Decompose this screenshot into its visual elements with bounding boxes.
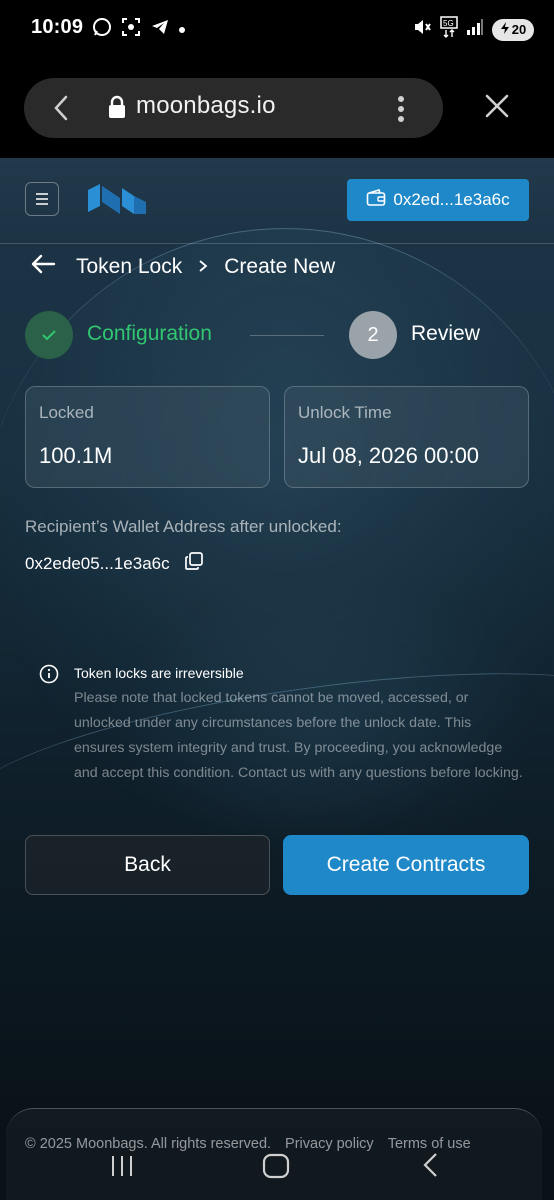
info-icon <box>39 664 59 689</box>
screenshot-icon <box>121 17 141 42</box>
status-time: 10:09 <box>31 16 84 38</box>
close-tab-icon[interactable] <box>484 93 510 124</box>
hamburger-icon <box>36 193 48 205</box>
mute-icon <box>412 17 432 42</box>
whatsapp-icon <box>92 17 112 42</box>
step-1-label: Configuration <box>87 322 212 345</box>
copy-icon[interactable] <box>184 551 204 576</box>
moonbags-logo[interactable] <box>86 184 148 221</box>
notice-title: Token locks are irreversible <box>74 665 244 681</box>
checkmark-icon <box>42 330 56 341</box>
breadcrumb-token-lock[interactable]: Token Lock <box>76 255 182 279</box>
address-bar[interactable]: moonbags.io <box>24 78 443 138</box>
5g-icon: 5G <box>440 16 458 43</box>
site-header: 0x2ed...1e3a6c <box>0 158 554 244</box>
browser-toolbar: moonbags.io <box>0 58 554 158</box>
recent-apps-icon[interactable] <box>110 1155 134 1182</box>
signal-icon <box>466 18 484 41</box>
home-icon[interactable] <box>262 1153 290 1184</box>
battery-level: 20 <box>511 22 527 37</box>
step-2-indicator: 2 <box>349 311 397 359</box>
browser-back-icon[interactable] <box>50 94 74 127</box>
url-text[interactable]: moonbags.io <box>136 92 276 120</box>
locked-amount-card: Locked 100.1M <box>25 386 270 488</box>
wallet-icon <box>366 188 386 212</box>
system-back-icon[interactable] <box>422 1152 440 1183</box>
recipient-label: Recipient’s Wallet Address after unlocke… <box>25 517 342 536</box>
breadcrumb: Token Lock Create New <box>30 254 335 280</box>
locked-value: 100.1M <box>39 443 113 468</box>
chevron-right-icon <box>198 255 208 279</box>
battery-charging-icon <box>500 22 510 37</box>
lock-icon <box>108 95 126 124</box>
page-content: 0x2ed...1e3a6c Token Lock Create New Con… <box>0 158 554 1200</box>
unlock-time-label: Unlock Time <box>298 403 392 422</box>
notice-body: Please note that locked tokens cannot be… <box>74 690 523 781</box>
recipient-address: 0x2ede05...1e3a6c <box>25 553 170 573</box>
back-button[interactable]: Back <box>25 835 270 895</box>
unlock-time-card: Unlock Time Jul 08, 2026 00:00 <box>284 386 529 488</box>
notification-dot <box>179 26 185 33</box>
step-2-label: Review <box>411 322 480 345</box>
more-options-icon[interactable] <box>396 95 406 128</box>
breadcrumb-create-new: Create New <box>224 255 336 278</box>
status-bar: 10:09 5G 20 <box>0 0 554 58</box>
menu-button[interactable] <box>25 182 59 216</box>
create-contracts-button[interactable]: Create Contracts <box>283 835 529 895</box>
wallet-address: 0x2ed...1e3a6c <box>393 190 510 209</box>
battery-indicator: 20 <box>492 18 534 41</box>
svg-text:5G: 5G <box>443 19 454 28</box>
locked-label: Locked <box>39 403 94 422</box>
telegram-icon <box>150 17 170 42</box>
back-arrow-icon[interactable] <box>30 254 56 280</box>
step-1-indicator <box>25 311 73 359</box>
wallet-button[interactable]: 0x2ed...1e3a6c <box>347 179 529 221</box>
step-connector <box>250 335 324 336</box>
recipient-address-row: 0x2ede05...1e3a6c <box>25 551 204 576</box>
unlock-time-value: Jul 08, 2026 00:00 <box>298 443 480 468</box>
